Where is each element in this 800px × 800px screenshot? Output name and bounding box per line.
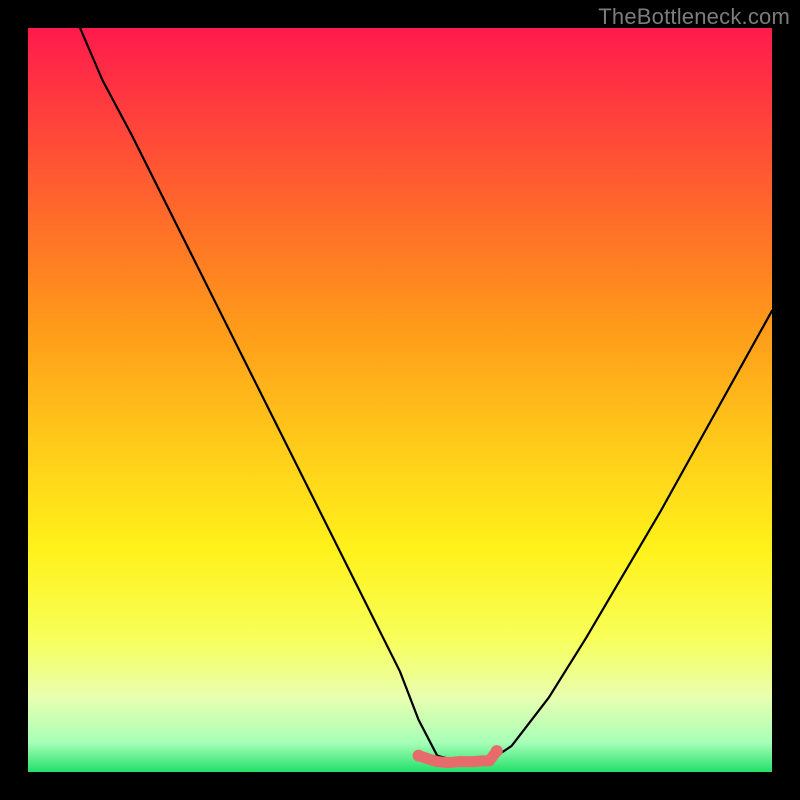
- valley-endpoint-left: [413, 750, 425, 762]
- chart-svg: [28, 28, 772, 772]
- valley-endpoint-right: [491, 745, 503, 757]
- plot-area: [28, 28, 772, 772]
- chart-frame: TheBottleneck.com: [0, 0, 800, 800]
- watermark-text: TheBottleneck.com: [598, 4, 790, 30]
- heat-background: [28, 28, 772, 772]
